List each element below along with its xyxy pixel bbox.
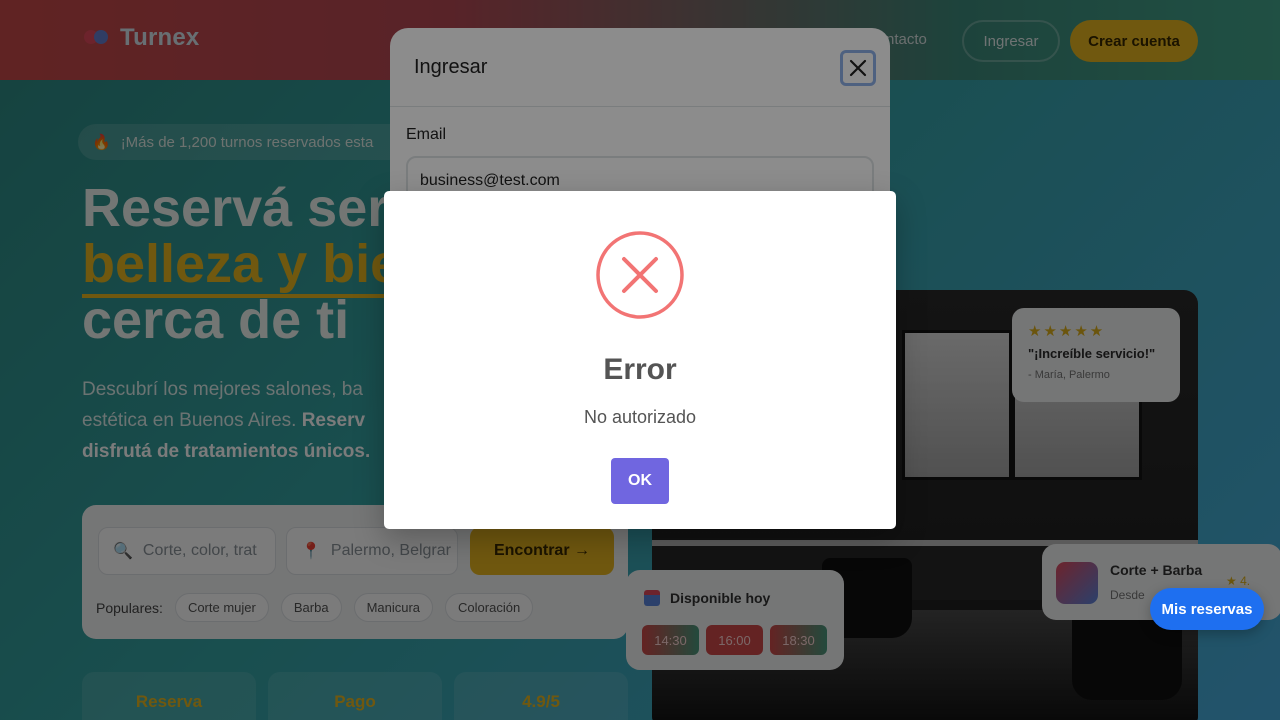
ok-button[interactable]: OK [611,458,669,504]
error-title: Error [603,353,677,386]
error-dialog: Error No autorizado OK [384,191,896,529]
error-message: No autorizado [583,407,697,427]
error-x-icon [596,231,684,319]
my-reservations-button[interactable]: Mis reservas [1150,588,1264,630]
